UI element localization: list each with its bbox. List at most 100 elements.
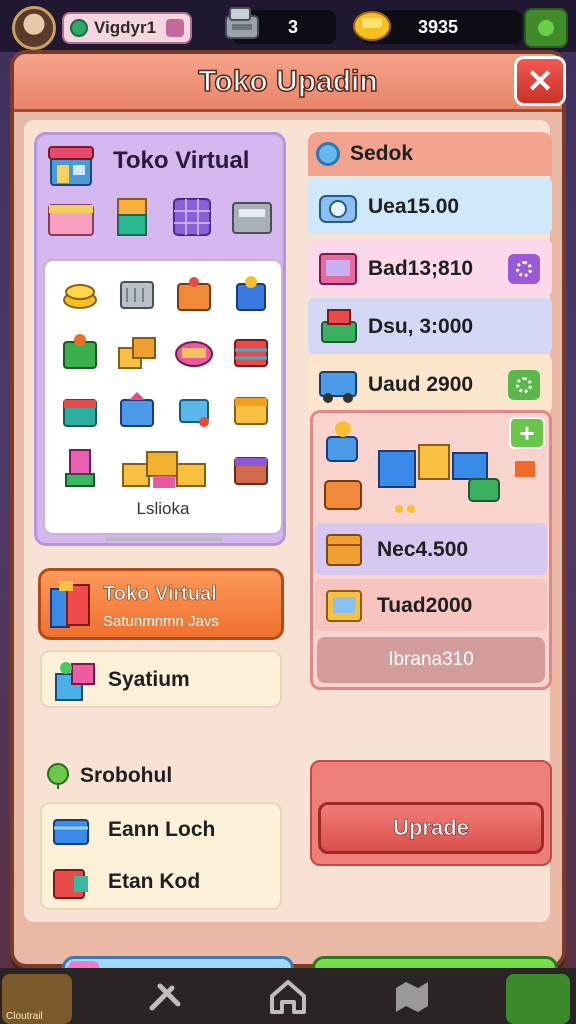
player-avatar[interactable]: [12, 6, 56, 50]
grid-scrollbar[interactable]: [105, 537, 223, 541]
close-button[interactable]: ✕: [514, 56, 566, 106]
sub-item-label: Eann Loch: [108, 818, 216, 841]
bottom-nav-bar: Cloutrail: [0, 968, 576, 1024]
gold-coin-icon: [353, 11, 391, 41]
stock-row[interactable]: Uea15.00: [308, 178, 552, 234]
player-name-pill[interactable]: Vigdyr1: [62, 12, 192, 44]
stock-row-label: Uea15.00: [368, 195, 460, 218]
map-icon[interactable]: [392, 978, 432, 1014]
featured-items-row: [45, 191, 279, 245]
grid-label: Lslioka: [136, 499, 190, 518]
bundle-card: + Nec4.500 Tuad2000 Ibrana310: [310, 410, 552, 690]
stock-column: Sedok Uea15.00 Bad13;810 Dsu, 3:000 Uaud…: [298, 130, 552, 918]
bundle-row[interactable]: Nec4.500: [315, 523, 547, 575]
shop-stall-icon: [319, 253, 357, 285]
nav-active-title: Toko Virtual: [103, 583, 217, 606]
striped-box-icon: [233, 339, 268, 367]
gem-icon: [70, 19, 88, 37]
bundle-total: Ibrana310: [317, 637, 545, 683]
grid-item[interactable]: [167, 267, 220, 321]
cube-grid-icon[interactable]: [166, 191, 218, 243]
upgrade-area: Uprade: [310, 760, 552, 866]
bottom-nav-right-button[interactable]: [506, 974, 570, 1024]
teal-box-icon: [62, 399, 97, 427]
red-crate-icon: [53, 869, 88, 899]
top-hud: Vigdyr1 3 3935: [0, 0, 576, 52]
store-card: Toko Virtual Lslioka: [34, 132, 286, 546]
orange-crate-icon: [176, 277, 211, 311]
stock-row-label: Bad13;810: [368, 257, 474, 280]
sky-box-icon: [178, 399, 209, 427]
sub-list: Eann Loch Etan Kod: [40, 802, 282, 910]
sub-item-etan-kod[interactable]: Etan Kod: [42, 858, 280, 908]
machine-box-icon[interactable]: [227, 191, 279, 243]
item-grid-panel: Lslioka: [43, 259, 283, 541]
gear-icon[interactable]: [508, 254, 540, 284]
grid-item[interactable]: [53, 325, 106, 379]
grid-item[interactable]: [110, 325, 163, 379]
metal-box-icon: [119, 281, 154, 309]
grid-item[interactable]: [53, 441, 106, 495]
nav-item-syatium[interactable]: Syatium: [40, 650, 282, 708]
grid-item[interactable]: [110, 383, 163, 437]
section-title: Srobohul: [80, 764, 173, 787]
grid-item[interactable]: [167, 325, 220, 379]
settings-button[interactable]: [524, 8, 568, 48]
blue-chest-icon: [53, 819, 89, 845]
resource-counter-1[interactable]: 3: [225, 7, 336, 44]
add-bundle-button[interactable]: +: [509, 417, 545, 449]
orange-box-icon: [326, 534, 362, 566]
grid-item[interactable]: [224, 325, 277, 379]
stock-row[interactable]: Dsu, 3:000: [308, 298, 552, 354]
shop-dialog: Toko Upadin ✕ Toko Virtual Lslioka Toko …: [10, 50, 566, 1012]
resource-2-value: 3935: [418, 16, 459, 37]
coin-stack-icon: [62, 284, 97, 309]
grid-item[interactable]: [53, 267, 106, 321]
tools-icon[interactable]: [146, 978, 186, 1014]
grid-item[interactable]: [224, 441, 277, 495]
grid-item[interactable]: [110, 441, 220, 495]
stock-row-label: Uaud 2900: [368, 373, 474, 396]
bundle-row-label: Tuad2000: [377, 594, 473, 617]
blue-crate-icon: [119, 392, 154, 427]
resource-counter-2[interactable]: 3935: [353, 10, 522, 44]
blue-gift-icon: [235, 276, 266, 311]
gift-stack-icon: [321, 309, 357, 343]
sub-item-eann-loch[interactable]: Eann Loch: [42, 806, 280, 856]
player-name: Vigdyr1: [94, 18, 157, 37]
grid-item[interactable]: [224, 383, 277, 437]
delivery-truck-icon: [319, 371, 357, 403]
stock-header: Sedok: [308, 132, 552, 176]
stacked-box-icon[interactable]: [106, 191, 158, 243]
leaf-icon: [47, 763, 69, 789]
box-cluster-icon: [55, 662, 95, 701]
gift-box-icon[interactable]: [45, 191, 97, 243]
grid-item[interactable]: [110, 267, 163, 321]
yellow-boxes-icon: [117, 337, 156, 369]
box-pile-icon: [122, 451, 206, 488]
gold-box-icon: [233, 397, 268, 425]
resource-1-value: 3: [288, 16, 299, 37]
grid-item[interactable]: [167, 383, 220, 437]
stock-row[interactable]: Uaud 2900: [308, 356, 552, 412]
profile-icon: [166, 19, 184, 37]
upgrade-button[interactable]: Uprade: [318, 802, 544, 854]
cash-register-icon: [225, 7, 259, 39]
stock-row[interactable]: Bad13;810: [308, 240, 552, 296]
home-icon[interactable]: [268, 978, 308, 1014]
dialog-title-bar: Toko Upadin ✕: [14, 54, 566, 112]
dialog-content: Toko Virtual Lslioka Toko Virtual Satunm…: [24, 120, 558, 1012]
shop-icon: [48, 146, 94, 186]
grid-item[interactable]: [53, 383, 106, 437]
sub-item-label: Etan Kod: [108, 870, 201, 893]
nav-active-subtitle: Satunmnmn Javs: [103, 613, 219, 630]
info-icon: [316, 142, 340, 166]
green-gift-icon: [62, 334, 97, 369]
bottom-nav-left-button[interactable]: Cloutrail: [2, 974, 72, 1024]
bottom-nav-left-label: Cloutrail: [6, 1011, 43, 1022]
gear-icon[interactable]: [508, 370, 540, 400]
nav-item-toko-virtual[interactable]: Toko Virtual Satunmnmn Javs: [38, 568, 284, 640]
grid-item[interactable]: [224, 267, 277, 321]
bundle-row[interactable]: Tuad2000: [315, 579, 547, 631]
store-title: Toko Virtual: [113, 147, 250, 174]
